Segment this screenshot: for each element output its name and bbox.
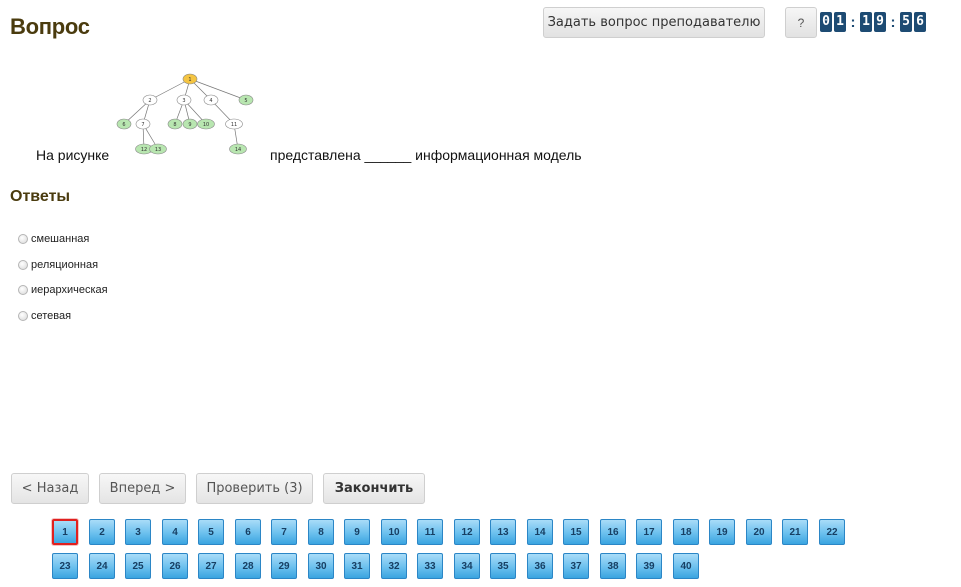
question-nav-button[interactable]: 34 xyxy=(454,553,480,579)
finish-button[interactable]: Закончить xyxy=(323,473,425,504)
answer-option[interactable]: иерархическая xyxy=(18,283,108,297)
question-nav-button[interactable]: 23 xyxy=(52,553,78,579)
question-nav-button[interactable]: 35 xyxy=(490,553,516,579)
answer-option[interactable]: сетевая xyxy=(18,309,71,323)
tree-node-label: 3 xyxy=(182,98,185,104)
radio-icon[interactable] xyxy=(18,285,28,295)
timer-digit: 9 xyxy=(874,12,886,32)
question-nav-button[interactable]: 25 xyxy=(125,553,151,579)
question-nav-button[interactable]: 10 xyxy=(381,519,407,545)
question-nav-button[interactable]: 36 xyxy=(527,553,553,579)
back-button[interactable]: < Назад xyxy=(11,473,89,504)
question-nav-button[interactable]: 11 xyxy=(417,519,443,545)
timer-digit: 0 xyxy=(820,12,832,32)
question-nav-button[interactable]: 3 xyxy=(125,519,151,545)
answer-option[interactable]: смешанная xyxy=(18,232,89,246)
radio-icon[interactable] xyxy=(18,234,28,244)
tree-node-label: 2 xyxy=(148,98,151,104)
question-nav-button[interactable]: 1 xyxy=(52,519,78,545)
question-nav-button[interactable]: 13 xyxy=(490,519,516,545)
timer-separator: : xyxy=(890,13,896,31)
question-text-after: представлена ______ информационная модел… xyxy=(270,147,582,163)
question-nav-button[interactable]: 6 xyxy=(235,519,261,545)
timer-digit: 5 xyxy=(900,12,912,32)
question-nav-button[interactable]: 12 xyxy=(454,519,480,545)
radio-icon[interactable] xyxy=(18,260,28,270)
question-nav-button[interactable]: 32 xyxy=(381,553,407,579)
question-text-before: На рисунке xyxy=(36,147,110,163)
tree-node-label: 14 xyxy=(235,147,241,153)
answer-label: сетевая xyxy=(31,310,72,322)
tree-node-label: 1 xyxy=(188,77,191,83)
forward-button[interactable]: Вперед > xyxy=(99,473,186,504)
question-nav-button[interactable]: 30 xyxy=(308,553,334,579)
answer-label: реляционная xyxy=(31,259,99,271)
question-nav-button[interactable]: 8 xyxy=(308,519,334,545)
tree-node-label: 12 xyxy=(141,147,147,153)
question-nav-button[interactable]: 5 xyxy=(198,519,224,545)
timer-digit: 1 xyxy=(834,12,846,32)
tree-node-label: 7 xyxy=(141,122,144,128)
question-nav-button[interactable]: 16 xyxy=(600,519,626,545)
question-nav-button[interactable]: 15 xyxy=(563,519,589,545)
question-nav-button[interactable]: 4 xyxy=(162,519,188,545)
ask-teacher-button[interactable]: Задать вопрос преподавателю xyxy=(543,7,765,38)
tree-edge xyxy=(189,78,247,101)
answers-heading: Ответы xyxy=(10,188,71,205)
tree-node-label: 11 xyxy=(231,122,237,128)
question-nav-button[interactable]: 21 xyxy=(782,519,808,545)
tree-node-label: 4 xyxy=(209,98,212,104)
timer-separator: : xyxy=(850,13,856,31)
answer-option[interactable]: реляционная xyxy=(18,258,98,272)
question-nav-button[interactable]: 40 xyxy=(673,553,699,579)
question-nav-button[interactable]: 29 xyxy=(271,553,297,579)
question-nav-button[interactable]: 2 xyxy=(89,519,115,545)
tree-node-label: 10 xyxy=(203,122,209,128)
question-nav-button[interactable]: 27 xyxy=(198,553,224,579)
radio-icon[interactable] xyxy=(18,311,28,321)
question-nav-button[interactable]: 9 xyxy=(344,519,370,545)
answer-label: иерархическая xyxy=(31,284,108,296)
question-nav-button[interactable]: 38 xyxy=(600,553,626,579)
help-button[interactable]: ? xyxy=(785,7,817,38)
tree-node-label: 6 xyxy=(122,122,125,128)
question-nav-button[interactable]: 24 xyxy=(89,553,115,579)
question-nav-button[interactable]: 18 xyxy=(673,519,699,545)
question-nav-button[interactable]: 7 xyxy=(271,519,297,545)
question-nav-button[interactable]: 14 xyxy=(527,519,553,545)
question-nav-button[interactable]: 39 xyxy=(636,553,662,579)
question-nav-button[interactable]: 33 xyxy=(417,553,443,579)
check-button[interactable]: Проверить (3) xyxy=(196,473,313,504)
answer-label: смешанная xyxy=(31,233,90,245)
tree-node-label: 13 xyxy=(155,147,161,153)
countdown-timer: 0 1 : 1 9 : 5 6 xyxy=(820,11,928,33)
question-nav-button[interactable]: 37 xyxy=(563,553,589,579)
tree-node-label: 8 xyxy=(173,122,176,128)
question-nav-button[interactable]: 28 xyxy=(235,553,261,579)
hierarchy-tree-figure: 12 3 4 56 7 8 9 10 1112 13 14 xyxy=(116,73,254,155)
timer-digit: 6 xyxy=(914,12,926,32)
tree-node-label: 5 xyxy=(244,98,247,104)
question-nav-button[interactable]: 20 xyxy=(746,519,772,545)
timer-digit: 1 xyxy=(860,12,872,32)
question-nav-button[interactable]: 22 xyxy=(819,519,845,545)
question-nav-button[interactable]: 17 xyxy=(636,519,662,545)
question-nav-button[interactable]: 31 xyxy=(344,553,370,579)
tree-node-label: 9 xyxy=(188,122,191,128)
question-nav-button[interactable]: 26 xyxy=(162,553,188,579)
question-nav-button[interactable]: 19 xyxy=(709,519,735,545)
page-title: Вопрос xyxy=(10,14,90,39)
